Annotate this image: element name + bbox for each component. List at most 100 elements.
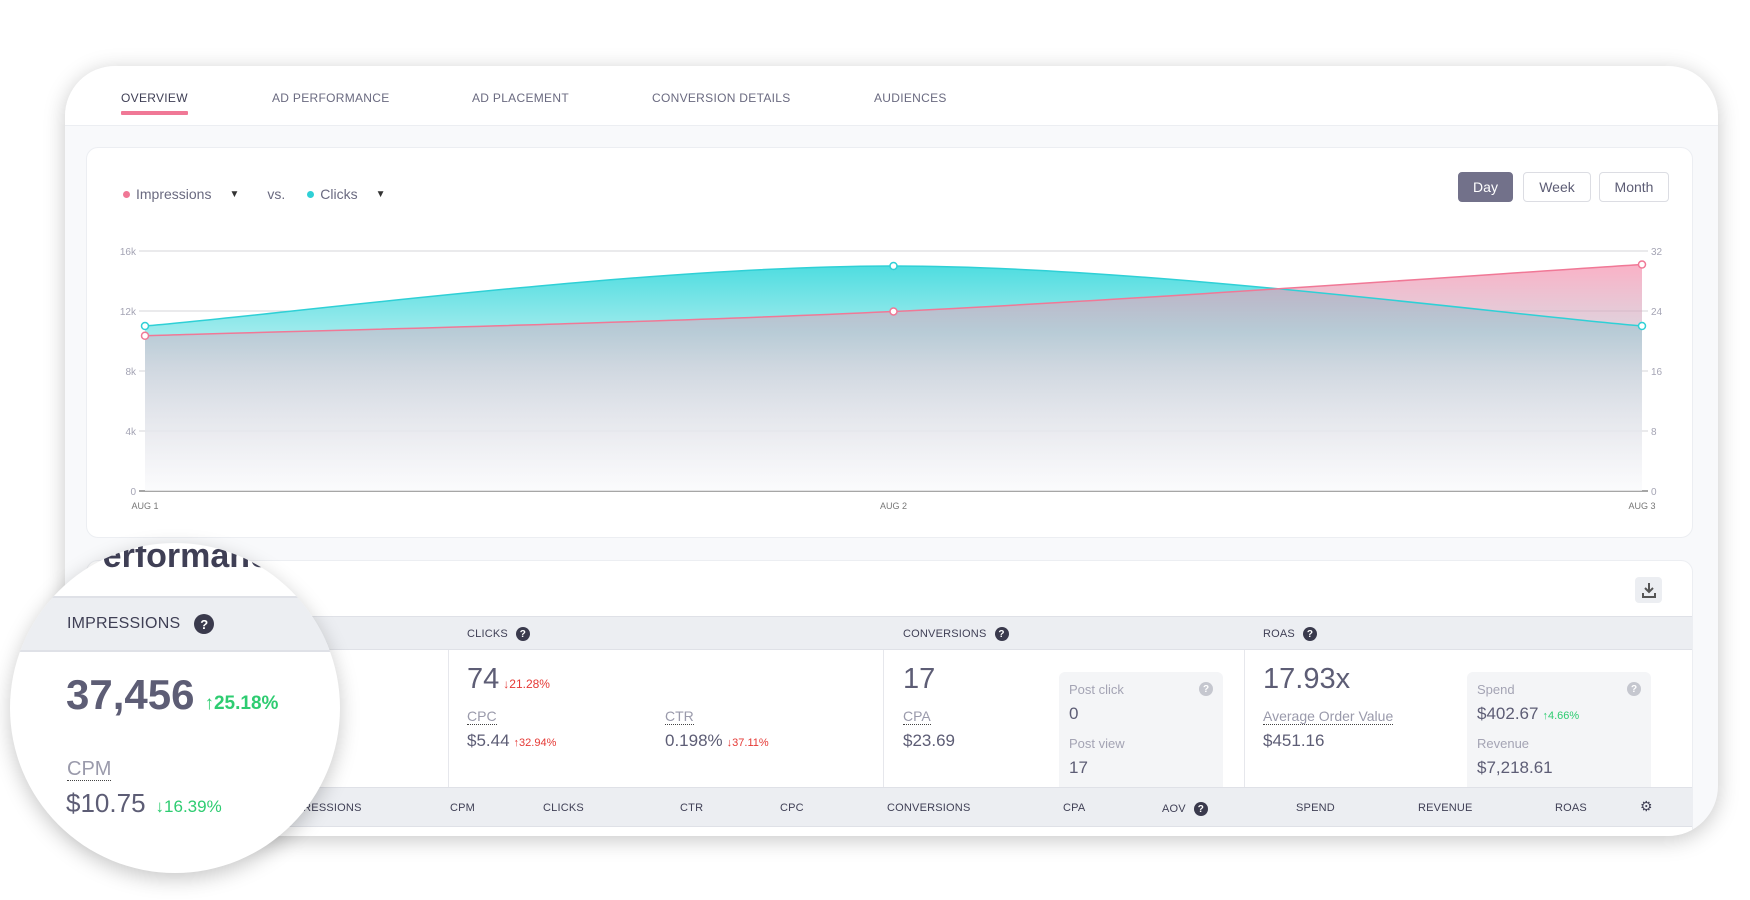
roas-header-label: ROAS bbox=[1263, 628, 1295, 640]
table-header-roas[interactable]: ROAS bbox=[1555, 802, 1587, 814]
clicks-header-label: CLICKS bbox=[467, 628, 508, 640]
roas-header: ROAS? bbox=[1263, 627, 1317, 641]
tab-ad-performance[interactable]: AD PERFORMANCE bbox=[272, 91, 390, 105]
post-click-value: 0 bbox=[1069, 704, 1079, 723]
cpm-change-text: 16.39% bbox=[164, 797, 222, 816]
help-icon[interactable]: ? bbox=[194, 614, 215, 634]
table-header-label: CONVERSIONS bbox=[887, 802, 971, 814]
y-right-tick-label: 32 bbox=[1651, 247, 1663, 258]
cpc-value: $5.44 ↑32.94% bbox=[467, 731, 556, 751]
aov-label: Average Order Value bbox=[1263, 708, 1394, 725]
table-header-revenue[interactable]: REVENUE bbox=[1418, 802, 1473, 814]
table-header-label: CLICKS bbox=[543, 802, 584, 814]
cpc-label: CPC bbox=[467, 708, 497, 725]
table-header-cpc[interactable]: CPC bbox=[780, 802, 804, 814]
table-header-spend[interactable]: SPEND bbox=[1296, 802, 1335, 814]
table-header-label: CPM bbox=[450, 802, 476, 814]
revenue-value: $7,218.61 bbox=[1477, 758, 1553, 777]
column-settings-icon[interactable]: ⚙ bbox=[1640, 798, 1653, 815]
y-left-tick-label: 4k bbox=[125, 427, 137, 438]
x-tick-label: AUG 2 bbox=[880, 501, 907, 511]
tab-conversion-details[interactable]: CONVERSION DETAILS bbox=[652, 91, 791, 105]
conversions-header-label: CONVERSIONS bbox=[903, 628, 987, 640]
cpm-value: $10.75 ↓16.39% bbox=[66, 788, 222, 819]
cpa-value: $23.69 bbox=[903, 731, 955, 750]
ctr-change-text: 37.11% bbox=[732, 737, 769, 749]
table-header-conversions[interactable]: CONVERSIONS bbox=[887, 802, 971, 814]
clicks-change: ↓21.28% bbox=[503, 677, 550, 691]
help-icon[interactable]: ? bbox=[515, 627, 530, 641]
table-header-label: REVENUE bbox=[1418, 802, 1473, 814]
y-left-tick-label: 8k bbox=[125, 367, 137, 378]
help-icon[interactable]: ? bbox=[1193, 802, 1208, 816]
x-tick-label: AUG 3 bbox=[1628, 501, 1655, 511]
area-chart: 0 0 4k 8 8k 16 12k 24 16k 32 AUG 1 AUG 2 AUG 3 bbox=[120, 247, 1663, 511]
y-right-tick-label: 0 bbox=[1651, 487, 1657, 498]
tab-audiences[interactable]: AUDIENCES bbox=[874, 91, 947, 105]
post-click-view-box: ? Post click 0 Post view 17 bbox=[1059, 672, 1223, 800]
table-header-row: IMPRESSIONS CPM CLICKS CTR CPC CONVERSIONS CPA… bbox=[87, 787, 1692, 827]
clicks-point bbox=[140, 321, 150, 331]
table-header-ctr[interactable]: CTR bbox=[680, 802, 703, 814]
help-icon[interactable]: ? bbox=[1302, 627, 1317, 641]
table-header-label: CPC bbox=[780, 802, 804, 814]
chart-card: Impressions ▼ vs. Clicks ▼ Day Week Mont… bbox=[86, 147, 1693, 538]
help-icon[interactable]: ? bbox=[994, 627, 1009, 641]
revenue-label: Revenue bbox=[1477, 736, 1530, 751]
cpc-change-text: 32.94% bbox=[519, 737, 557, 749]
ctr-value-text: 0.198% bbox=[665, 731, 723, 750]
impressions-point bbox=[1637, 260, 1647, 269]
table-header-cpa[interactable]: CPA bbox=[1063, 802, 1085, 814]
y-left-tick-label: 0 bbox=[130, 487, 136, 498]
cpa-label: CPA bbox=[903, 708, 931, 725]
impressions-header: IMPRESSIONS? bbox=[10, 596, 340, 652]
y-right-tick-label: 16 bbox=[1651, 367, 1663, 378]
help-icon[interactable]: ? bbox=[1199, 682, 1213, 696]
spend-revenue-box: ? Spend $402.67 ↑4.66% Revenue $7,218.61 bbox=[1467, 672, 1651, 800]
table-header-label: ROAS bbox=[1555, 802, 1587, 814]
tab-bar: OVERVIEW AD PERFORMANCE AD PLACEMENT CON… bbox=[65, 66, 1718, 126]
clicks-point bbox=[889, 261, 898, 271]
table-header-aov[interactable]: AOV? bbox=[1162, 802, 1208, 816]
clicks-header: CLICKS? bbox=[467, 627, 530, 641]
help-icon[interactable]: ? bbox=[1627, 682, 1641, 696]
impressions-value-text: 37,456 bbox=[66, 671, 195, 718]
conversions-header: CONVERSIONS? bbox=[903, 627, 1009, 641]
download-button[interactable] bbox=[1635, 577, 1662, 603]
impressions-value: 37,456 ↑25.18% bbox=[66, 671, 278, 719]
y-right-tick-label: 8 bbox=[1651, 427, 1657, 438]
post-click-label: Post click bbox=[1069, 682, 1124, 697]
table-header-label: CTR bbox=[680, 802, 704, 814]
table-header-label: CPA bbox=[1063, 802, 1086, 814]
cpc-change: ↑32.94% bbox=[513, 737, 557, 749]
ctr-value: 0.198% ↓37.11% bbox=[665, 731, 769, 751]
post-view-label: Post view bbox=[1069, 736, 1125, 751]
cpm-label: CPM bbox=[67, 758, 112, 781]
ctr-change: ↓37.11% bbox=[726, 737, 769, 749]
post-view-value: 17 bbox=[1069, 758, 1088, 777]
table-header-clicks[interactable]: CLICKS bbox=[543, 802, 584, 814]
table-header-label: AOV bbox=[1162, 803, 1186, 815]
y-left-tick-label: 12k bbox=[120, 307, 137, 318]
tab-overview[interactable]: OVERVIEW bbox=[121, 91, 188, 115]
impressions-point bbox=[140, 331, 150, 340]
impressions-point bbox=[889, 307, 898, 316]
cpm-change: ↓16.39% bbox=[155, 797, 222, 816]
spend-value: $402.67 ↑4.66% bbox=[1477, 704, 1579, 724]
table-header-cpm[interactable]: CPM bbox=[450, 802, 475, 814]
y-right-tick-label: 24 bbox=[1651, 307, 1663, 318]
spend-change-text: 4.66% bbox=[1547, 710, 1580, 722]
impressions-change-text: 25.18% bbox=[213, 693, 279, 714]
tab-ad-placement[interactable]: AD PLACEMENT bbox=[472, 91, 569, 105]
clicks-value-text: 74 bbox=[467, 663, 500, 695]
clicks-change-text: 21.28% bbox=[509, 677, 550, 691]
magnifier-callout: Performance IMPRESSIONS? 37,456 ↑25.18% C… bbox=[10, 543, 340, 873]
divider bbox=[883, 650, 884, 787]
impressions-change: ↑25.18% bbox=[204, 693, 279, 714]
impressions-header-inner: IMPRESSIONS? bbox=[67, 614, 215, 634]
spend-change: ↑4.66% bbox=[1542, 710, 1580, 722]
ctr-label: CTR bbox=[665, 708, 694, 725]
cpc-value-text: $5.44 bbox=[467, 731, 510, 750]
y-left-tick-label: 16k bbox=[120, 247, 137, 258]
performance-title: Performance bbox=[80, 543, 288, 575]
